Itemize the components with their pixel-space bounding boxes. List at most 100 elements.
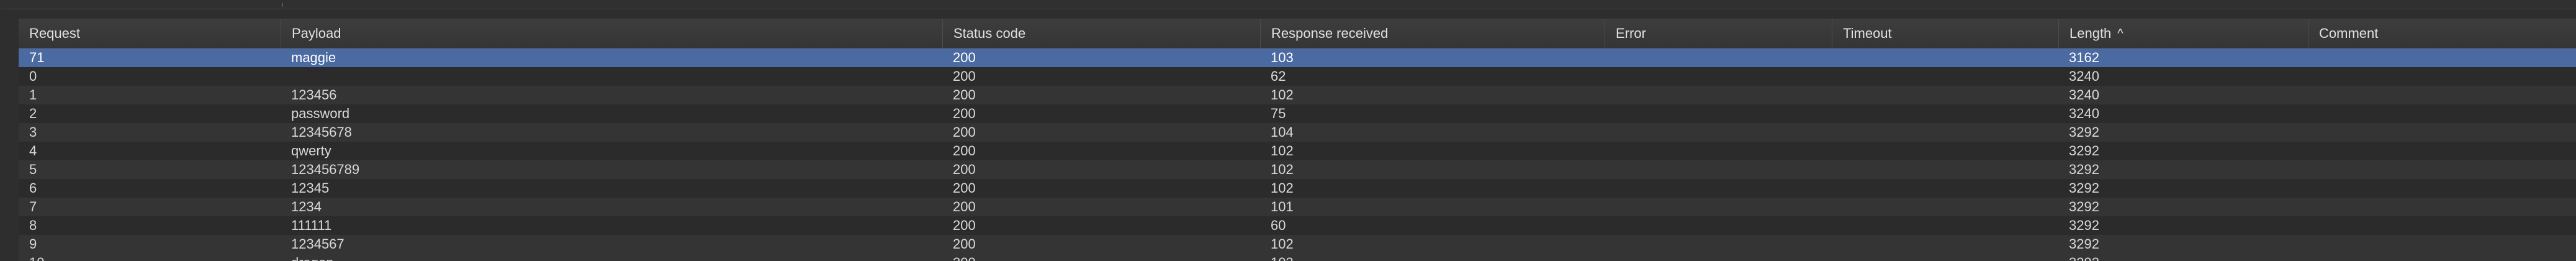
cell-request: 3 <box>29 124 37 140</box>
cell-status-code: 200 <box>953 50 976 65</box>
table-row[interactable]: 5 123456789 200 102 3292 <box>19 160 2576 179</box>
column-header-error[interactable]: Error <box>1605 19 1832 48</box>
cell-error <box>1605 48 1832 67</box>
cell-payload: 12345678 <box>291 124 352 140</box>
cell-request: 7 <box>29 199 37 214</box>
cell-response-received: 102 <box>1271 162 1294 177</box>
cell-timeout <box>1832 160 2058 179</box>
results-table[interactable]: Request Payload Status code Response rec… <box>19 19 2576 261</box>
cell-error <box>1605 160 1832 179</box>
cell-request: 5 <box>29 162 37 177</box>
cell-timeout <box>1832 123 2058 142</box>
cell-timeout <box>1832 86 2058 104</box>
cell-comment <box>2308 198 2576 216</box>
cell-length: 3292 <box>2058 254 2308 261</box>
cell-request: 0 <box>29 68 37 84</box>
cell-timeout <box>1832 179 2058 198</box>
cell-comment <box>2308 123 2576 142</box>
cell-status-code: 200 <box>953 106 976 121</box>
top-toolbar-strip <box>0 0 2576 9</box>
table-row[interactable]: 4 qwerty 200 102 3292 <box>19 142 2576 160</box>
table-row[interactable]: 3 12345678 200 104 3292 <box>19 123 2576 142</box>
cell-status-code: 200 <box>953 87 976 103</box>
cell-response-received: 104 <box>1271 124 1294 140</box>
column-header-comment[interactable]: Comment <box>2308 19 2576 48</box>
cell-timeout <box>1832 198 2058 216</box>
cell-length: 3240 <box>2069 106 2099 121</box>
cell-request: 9 <box>29 236 37 252</box>
cell-request: 6 <box>29 180 37 196</box>
cell-comment <box>2308 235 2576 254</box>
filter-bar-divider <box>7 0 281 9</box>
cell-length: 3292 <box>2069 236 2099 252</box>
cell-comment <box>2308 48 2576 67</box>
cell-payload: 12345 <box>291 180 330 196</box>
cell-status-code: 200 <box>953 162 976 177</box>
column-header-response-received[interactable]: Response received <box>1260 19 1605 48</box>
cell-comment <box>2308 179 2576 198</box>
cell-error <box>1605 86 1832 104</box>
cell-comment <box>2308 216 2576 235</box>
column-header-request[interactable]: Request <box>19 19 281 48</box>
cell-payload: qwerty <box>291 143 331 158</box>
cell-request: 10 <box>19 254 281 261</box>
cell-comment <box>2308 160 2576 179</box>
column-header-length[interactable]: Length ^ <box>2058 19 2308 48</box>
table-row[interactable]: 8 111111 200 60 3292 <box>19 216 2576 235</box>
cell-payload: 111111 <box>291 218 332 233</box>
cell-length: 3292 <box>2069 124 2099 140</box>
column-header-timeout[interactable]: Timeout <box>1832 19 2058 48</box>
table-row[interactable]: 10dragon200103 3292 <box>19 254 2576 261</box>
cell-request: 4 <box>29 143 37 158</box>
cell-status-code: 200 <box>953 68 976 84</box>
table-row[interactable]: 6 12345 200 102 3292 <box>19 179 2576 198</box>
cell-payload: maggie <box>291 50 336 65</box>
cell-response-received: 101 <box>1271 199 1294 214</box>
cell-length: 3292 <box>2069 180 2099 196</box>
cell-error <box>1605 123 1832 142</box>
cell-request: 71 <box>29 50 45 65</box>
cell-error <box>1605 198 1832 216</box>
cell-error <box>1605 254 1832 261</box>
filter-dropdown-icon[interactable] <box>278 3 283 7</box>
cell-status-code: 200 <box>953 236 976 252</box>
cell-status-code: 200 <box>953 143 976 158</box>
cell-status-code: 200 <box>953 218 976 233</box>
cell-length: 3292 <box>2069 199 2099 214</box>
cell-timeout <box>1832 216 2058 235</box>
table-body: 71 maggie 200 103 3162 0 200 62 3240 1 123456 200 10… <box>19 48 2576 261</box>
cell-timeout <box>1832 235 2058 254</box>
table-row-selected[interactable]: 71 maggie 200 103 3162 <box>19 48 2576 67</box>
cell-length: 3292 <box>2069 162 2099 177</box>
table-row[interactable]: 2 password 200 75 3240 <box>19 104 2576 123</box>
cell-length: 3162 <box>2069 50 2099 65</box>
cell-length: 3240 <box>2069 68 2099 84</box>
table-row[interactable]: 9 1234567 200 102 3292 <box>19 235 2576 254</box>
cell-comment <box>2308 254 2576 261</box>
cell-timeout <box>1832 254 2058 261</box>
cell-comment <box>2308 104 2576 123</box>
cell-payload: dragon <box>281 254 942 261</box>
cell-error <box>1605 179 1832 198</box>
column-header-payload[interactable]: Payload <box>281 19 942 48</box>
table-row[interactable]: 1 123456 200 102 3240 <box>19 86 2576 104</box>
cell-length: 3292 <box>2069 218 2099 233</box>
cell-timeout <box>1832 104 2058 123</box>
cell-length: 3240 <box>2069 87 2099 103</box>
cell-length: 3292 <box>2069 143 2099 158</box>
cell-status-code: 200 <box>953 124 976 140</box>
cell-request: 1 <box>29 87 37 103</box>
cell-response-received: 102 <box>1271 87 1294 103</box>
cell-timeout <box>1832 67 2058 86</box>
cell-payload <box>281 67 942 86</box>
cell-payload: 123456 <box>291 87 337 103</box>
cell-timeout <box>1832 48 2058 67</box>
intruder-results-window: Request Payload Status code Response rec… <box>0 0 2576 261</box>
cell-response-received: 62 <box>1271 68 1286 84</box>
cell-payload: 1234 <box>291 199 322 214</box>
table-row[interactable]: 0 200 62 3240 <box>19 67 2576 86</box>
table-row[interactable]: 7 1234 200 101 3292 <box>19 198 2576 216</box>
cell-comment <box>2308 142 2576 160</box>
cell-error <box>1605 235 1832 254</box>
column-header-status-code[interactable]: Status code <box>942 19 1260 48</box>
